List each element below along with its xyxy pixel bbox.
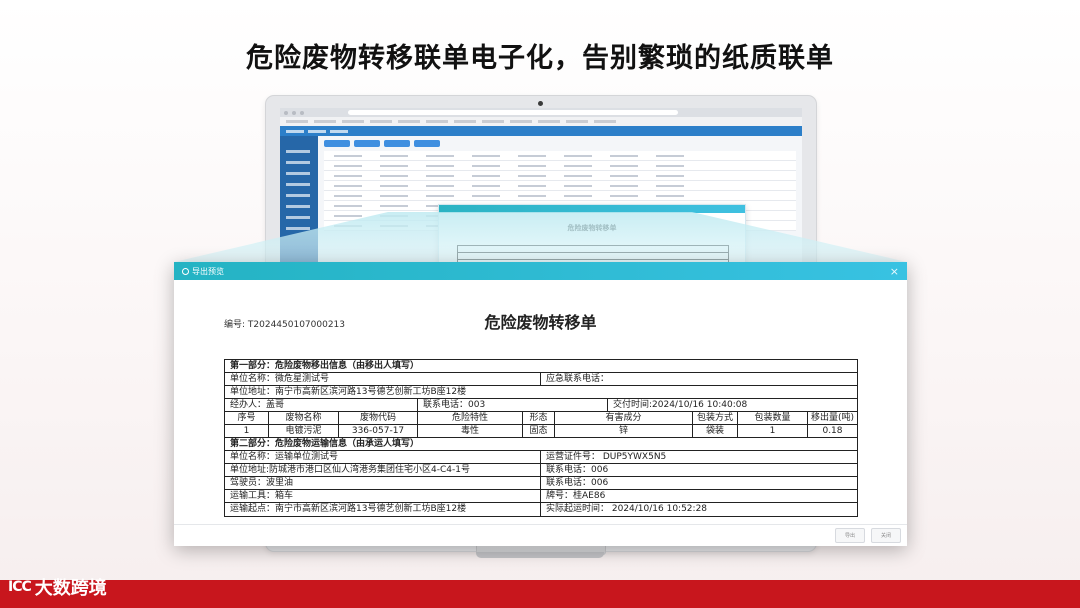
app-header <box>280 126 802 136</box>
document-preview: 编号: T2024450107000213 危险废物转移单 第一部分：危险废物移… <box>174 280 907 522</box>
monitor-screen: 危险废物转移单 <box>280 108 802 276</box>
close-icon[interactable]: × <box>890 266 899 277</box>
permit-number: 运营证件号： DUP5YWX5N5 <box>540 451 857 463</box>
waste-cell: 毒性 <box>417 425 522 437</box>
waste-cell: 固态 <box>522 425 554 437</box>
inner-dialog-title: 危险废物转移单 <box>567 224 617 232</box>
export-button[interactable]: 导出 <box>835 528 865 543</box>
header-cell: 废物名称 <box>268 412 338 424</box>
camera-dot <box>538 101 543 106</box>
brand-mark: ICC <box>8 579 32 595</box>
waste-cell: 1 <box>737 425 807 437</box>
handler: 经办人：盖哥 <box>230 400 285 410</box>
plate-number: 牌号：桂AE86 <box>540 490 857 502</box>
waste-cell: 336-057-17 <box>338 425 417 437</box>
table-row: 序号 废物名称 废物代码 危险特性 形态 有害成分 包装方式 包装数量 移出量(… <box>225 412 857 425</box>
dialog-title: 导出预览 <box>182 266 224 277</box>
unit-address: 单位地址：南宁市高新区滨河路13号德艺创新工坊B座12楼 <box>230 387 467 397</box>
table-row: 运输工具：箱车 牌号：桂AE86 <box>225 490 857 503</box>
brand-name: 大数跨境 <box>34 578 107 599</box>
actual-start-time: 实际起运时间： 2024/10/16 10:52:28 <box>540 503 857 516</box>
browser-tabbar <box>280 108 802 117</box>
table-row: 单位名称：微危星测试号 应急联系电话： <box>225 373 857 386</box>
dialog-footer: 导出 关闭 <box>174 524 907 546</box>
header-cell: 包装方式 <box>692 412 737 424</box>
table-row: 经办人：盖哥 联系电话：003 交付时间:2024/10/16 10:40:08 <box>225 399 857 412</box>
app-body: 危险废物转移单 <box>280 136 802 276</box>
headline: 危险废物转移联单电子化，告别繁琐的纸质联单 <box>246 43 834 74</box>
waste-cell: 锌 <box>554 425 692 437</box>
driver-phone: 联系电话：006 <box>540 477 857 489</box>
header-cell: 形态 <box>522 412 554 424</box>
section-2-header: 第二部分：危险废物运输信息（由承运人填写） <box>230 439 420 449</box>
table-row: 单位地址：南宁市高新区滨河路13号德艺创新工坊B座12楼 <box>225 386 857 399</box>
table-row: 运输起点：南宁市高新区滨河路13号德艺创新工坊B座12楼 实际起运时间： 202… <box>225 503 857 516</box>
table-row: 第二部分：危险废物运输信息（由承运人填写） <box>225 438 857 451</box>
app-main: 危险废物转移单 <box>318 136 802 276</box>
table-row: 驾驶员：波里油 联系电话：006 <box>225 477 857 490</box>
table-row: 第一部分：危险废物移出信息（由移出人填写） <box>225 360 857 373</box>
header-cell: 废物代码 <box>338 412 417 424</box>
table-row: 1 电镀污泥 336-057-17 毒性 固态 锌 袋装 1 0.18 <box>225 425 857 438</box>
handover-time: 交付时间:2024/10/16 10:40:08 <box>607 399 857 411</box>
monitor-stand-base <box>476 552 604 558</box>
header-cell: 序号 <box>237 413 256 423</box>
waste-cell: 1 <box>243 426 250 436</box>
document-title: 危险废物转移单 <box>484 313 597 332</box>
manifest-table: 第一部分：危险废物移出信息（由移出人填写） 单位名称：微危星测试号 应急联系电话… <box>224 359 858 517</box>
dialog-header: 导出预览 × <box>174 262 907 280</box>
contact-phone: 联系电话：003 <box>417 399 607 411</box>
browser-url-bar <box>348 110 678 115</box>
driver: 驾驶员：波里油 <box>230 478 294 488</box>
header-cell: 有害成分 <box>554 412 692 424</box>
transport-address: 单位地址:防城港市港口区仙人湾港务集团住宅小区4-C4-1号 <box>230 465 470 475</box>
waste-cell: 袋装 <box>692 425 737 437</box>
transport-unit: 单位名称：运输单位测试号 <box>230 452 339 462</box>
unit-name: 单位名称：微危星测试号 <box>230 374 330 384</box>
brand-bar <box>0 580 1080 608</box>
emergency-phone: 应急联系电话： <box>540 373 857 385</box>
vehicle: 运输工具：箱车 <box>230 491 294 501</box>
export-preview-dialog: 导出预览 × 编号: T2024450107000213 危险废物转移单 第一部… <box>174 262 907 546</box>
transport-origin: 运输起点：南宁市高新区滨河路13号德艺创新工坊B座12楼 <box>230 504 467 514</box>
transport-phone: 联系电话：006 <box>540 464 857 476</box>
header-cell: 危险特性 <box>417 412 522 424</box>
table-row: 单位名称：运输单位测试号 运营证件号： DUP5YWX5N5 <box>225 451 857 464</box>
preview-icon <box>182 267 189 275</box>
browser-bookmarks <box>280 117 802 126</box>
close-button[interactable]: 关闭 <box>871 528 901 543</box>
header-cell: 包装数量 <box>737 412 807 424</box>
app-sidebar <box>280 136 318 276</box>
table-row: 单位地址:防城港市港口区仙人湾港务集团住宅小区4-C4-1号 联系电话：006 <box>225 464 857 477</box>
waste-cell: 0.18 <box>807 425 857 437</box>
waste-cell: 电镀污泥 <box>268 425 338 437</box>
header-cell: 移出量(吨) <box>807 412 857 424</box>
brand-logo: ICC 大数跨境 <box>8 574 107 600</box>
section-1-header: 第一部分：危险废物移出信息（由移出人填写） <box>230 361 420 371</box>
